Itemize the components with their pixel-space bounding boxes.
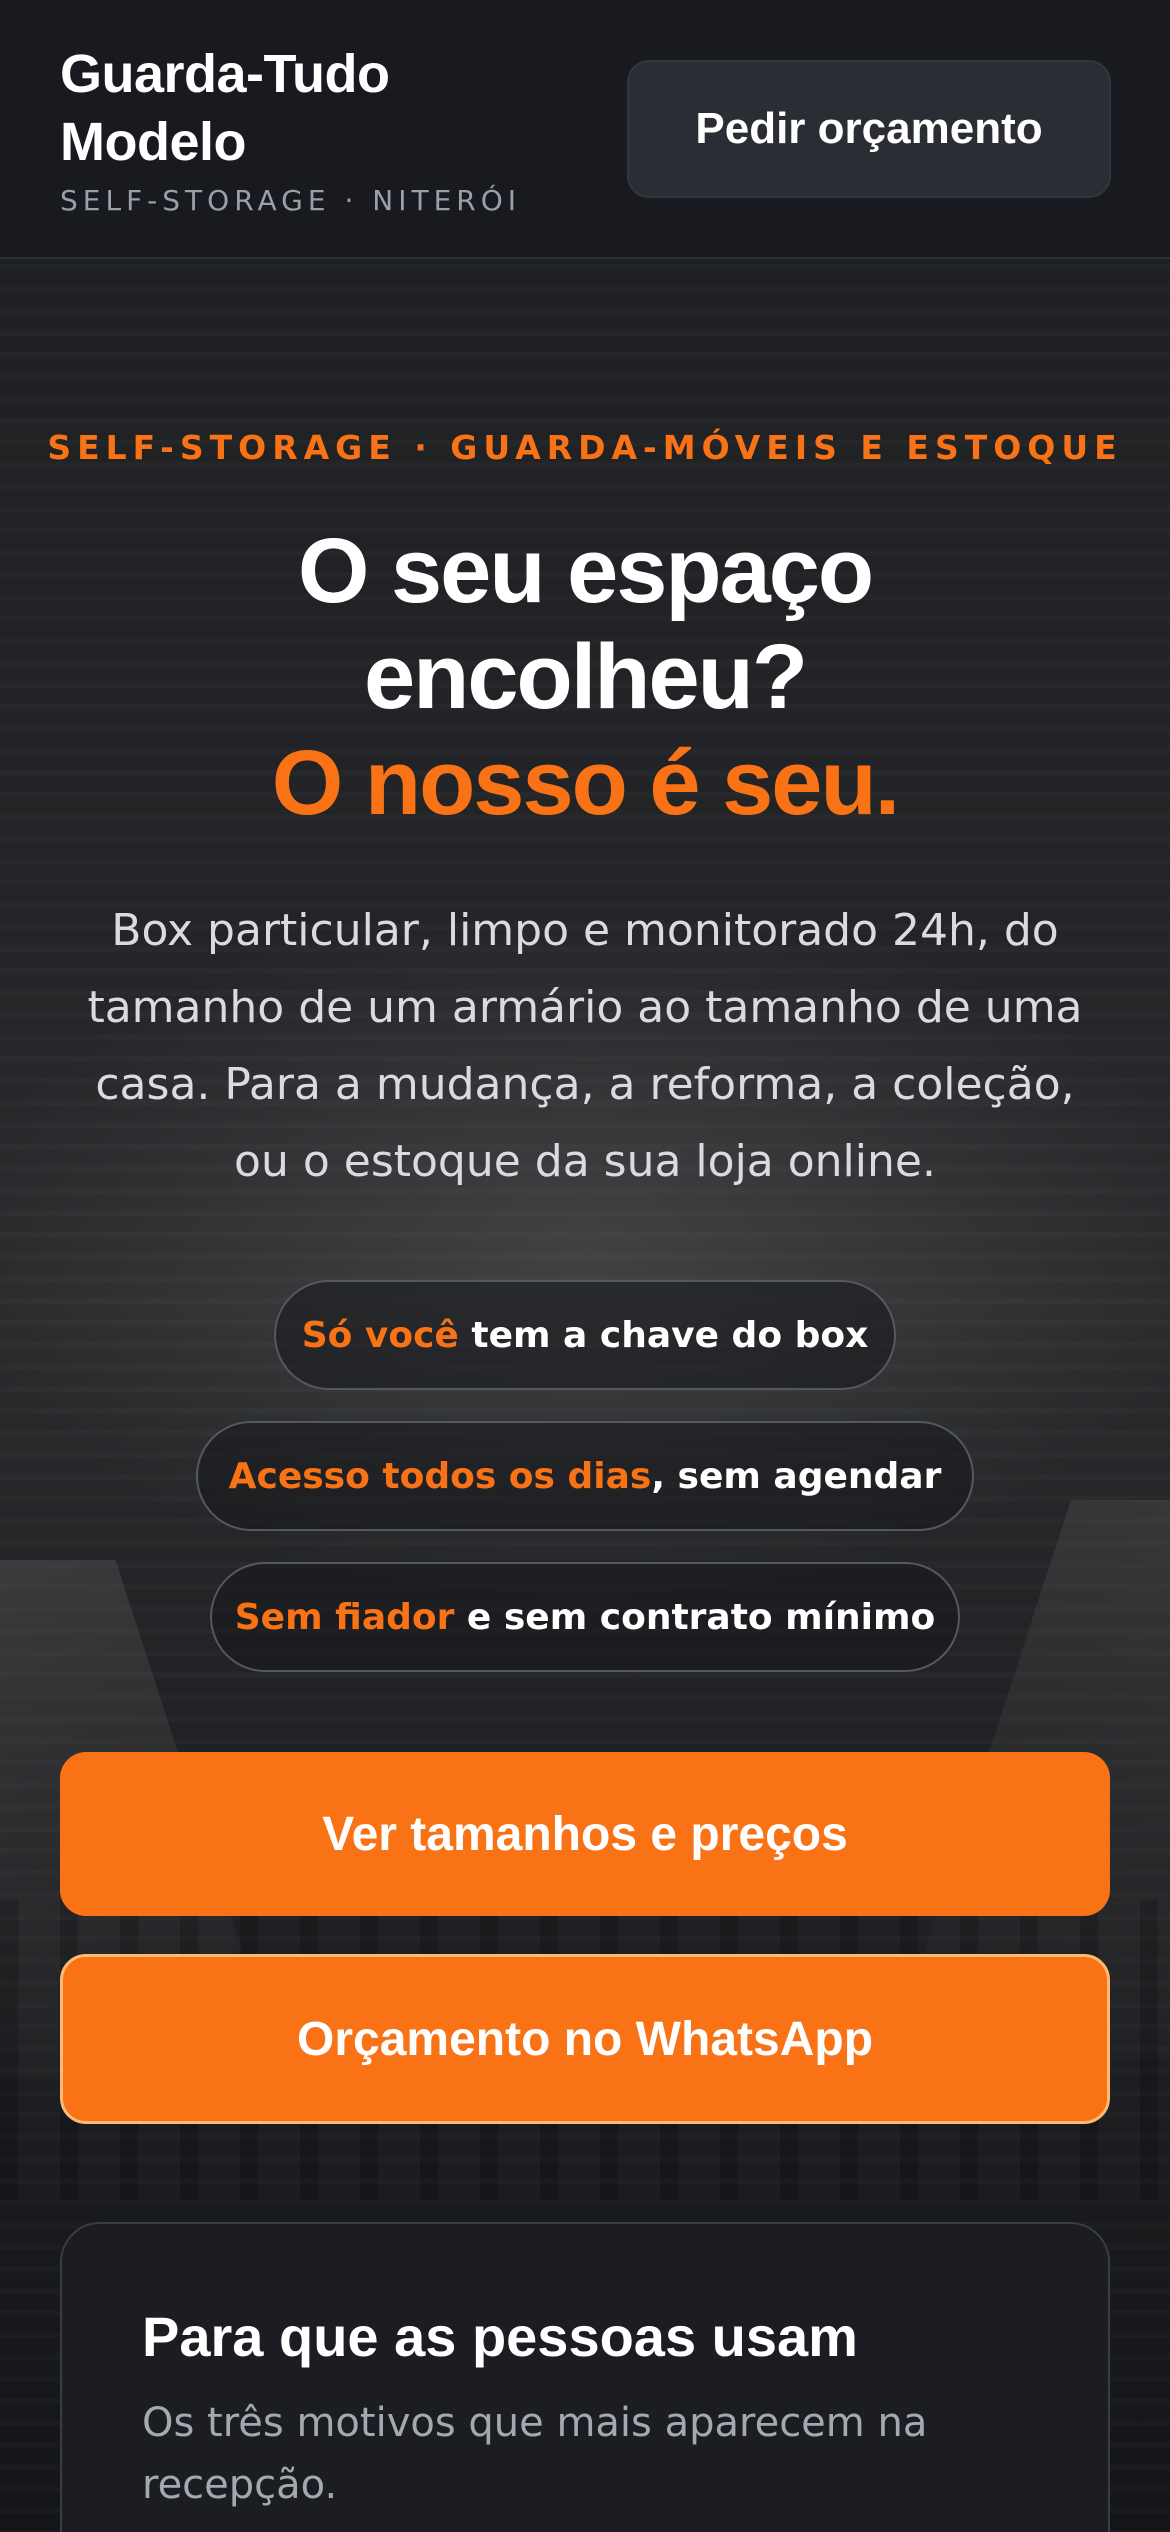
uses-title: Para que as pessoas usam <box>142 2305 858 2368</box>
uses-card: Para que as pessoas usam Os três motivos… <box>60 2222 1110 2532</box>
view-sizes-prices-button[interactable]: Ver tamanhos e preços <box>60 1752 1110 1916</box>
feature-highlight: Sem fiador <box>234 1596 455 1638</box>
feature-pill-own-key: Só você tem a chave do box <box>274 1280 896 1390</box>
request-quote-button[interactable]: Pedir orçamento <box>627 60 1111 198</box>
feature-text: tem a chave do box <box>458 1314 869 1356</box>
headline-line-1: O seu espaço <box>297 520 874 622</box>
headline-line-2: encolheu? <box>363 626 808 728</box>
feature-pill-daily-access: Acesso todos os dias, sem agendar <box>196 1421 974 1531</box>
feature-text: , sem agendar <box>651 1455 942 1497</box>
whatsapp-quote-button[interactable]: Orçamento no WhatsApp <box>60 1954 1110 2124</box>
hero-eyebrow: SELF-STORAGE · GUARDA-MÓVEIS E ESTOQUE <box>47 428 1123 467</box>
feature-text: e sem contrato mínimo <box>454 1596 936 1638</box>
brand-tagline: SELF-STORAGE · NITERÓI <box>60 184 522 217</box>
brand-name: Guarda-Tudo Modelo <box>60 44 390 172</box>
hero-lead: Box particular, limpo e monitorado 24h, … <box>87 905 1083 1187</box>
feature-highlight: Só você <box>301 1314 459 1356</box>
brand[interactable]: Guarda-Tudo Modelo SELF-STORAGE · NITERÓ… <box>60 40 580 217</box>
uses-subtitle: Os três motivos que mais aparecem na rec… <box>142 2400 928 2508</box>
hero-headline: O seu espaço encolheu? O nosso é seu. <box>0 518 1170 836</box>
feature-pill-no-guarantor: Sem fiador e sem contrato mínimo <box>210 1562 960 1672</box>
page: Guarda-Tudo Modelo SELF-STORAGE · NITERÓ… <box>0 0 1170 2532</box>
site-header: Guarda-Tudo Modelo SELF-STORAGE · NITERÓ… <box>0 0 1170 259</box>
headline-accent: O nosso é seu. <box>271 732 900 834</box>
feature-highlight: Acesso todos os dias <box>228 1455 652 1497</box>
